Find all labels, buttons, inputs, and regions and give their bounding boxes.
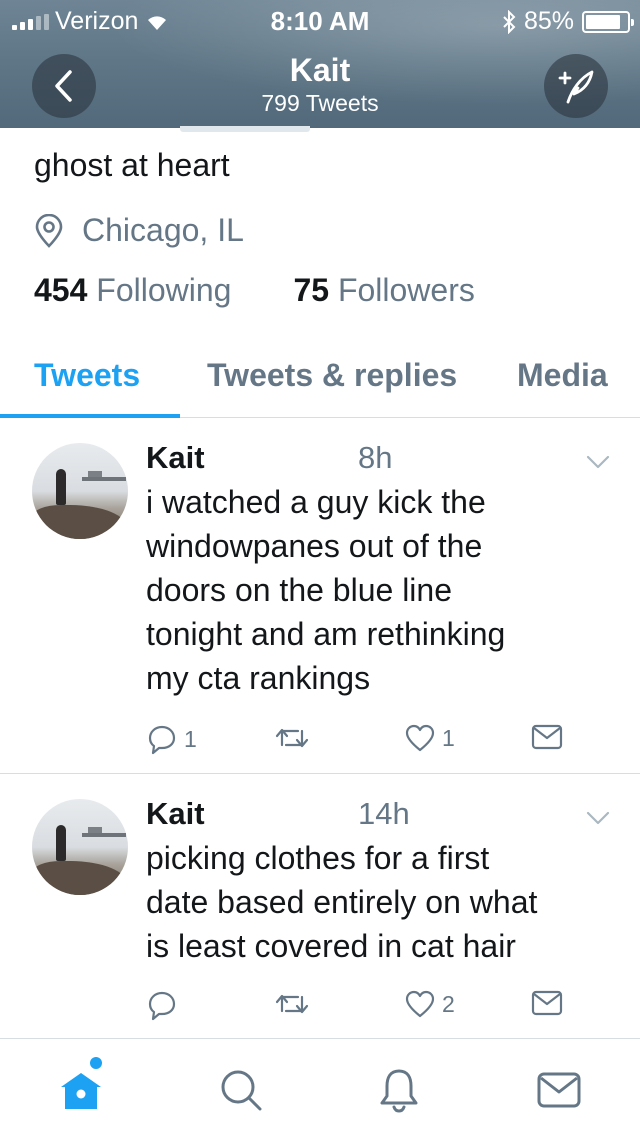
home-notification-dot bbox=[90, 1057, 102, 1069]
like-button[interactable]: 2 bbox=[404, 989, 455, 1019]
battery-percent: 85% bbox=[523, 7, 574, 35]
location-text: Chicago, IL bbox=[82, 212, 244, 248]
following-count: 454 bbox=[34, 272, 88, 308]
tab-tweets[interactable]: Tweets bbox=[34, 357, 140, 394]
profile-bio: ghost at heart bbox=[34, 147, 230, 183]
like-count: 1 bbox=[442, 724, 455, 751]
profile-header: Verizon 8:10 AM 85% Kait 799 Tweets bbox=[0, 0, 640, 128]
battery-icon bbox=[582, 10, 634, 33]
heart-icon bbox=[405, 990, 435, 1018]
direct-message-button[interactable] bbox=[530, 723, 564, 751]
tweet[interactable]: Kait 14h picking clothes for a first dat… bbox=[0, 775, 640, 1038]
profile-location: Chicago, IL bbox=[34, 212, 244, 249]
nav-search[interactable] bbox=[216, 1065, 266, 1115]
followers-stat[interactable]: 75 Followers bbox=[293, 272, 474, 309]
tweet-timestamp: 14h bbox=[358, 796, 410, 831]
reply-button[interactable] bbox=[146, 989, 184, 1021]
direct-message-button[interactable] bbox=[530, 989, 564, 1017]
nav-notifications[interactable] bbox=[374, 1065, 424, 1115]
heart-icon bbox=[405, 724, 435, 752]
tweet-text-line: doors on the blue line bbox=[146, 572, 452, 608]
tweet-text: picking clothes for a first date based e… bbox=[146, 836, 606, 968]
home-icon bbox=[61, 1073, 101, 1109]
follow-stats: 454 Following 75 Followers bbox=[34, 272, 475, 309]
tweet-text-line: i watched a guy kick the bbox=[146, 484, 486, 520]
compose-tweet-button[interactable] bbox=[544, 54, 608, 118]
reply-icon bbox=[148, 991, 176, 1021]
tweet-text-line: my cta rankings bbox=[146, 660, 371, 696]
profile-tabs: Tweets Tweets & replies Media bbox=[0, 352, 640, 418]
nav-home[interactable] bbox=[56, 1065, 106, 1115]
chevron-down-icon[interactable] bbox=[586, 811, 610, 825]
following-stat[interactable]: 454 Following bbox=[34, 272, 231, 309]
retweet-icon bbox=[275, 728, 309, 748]
envelope-icon bbox=[531, 724, 563, 750]
status-bar: Verizon 8:10 AM 85% bbox=[0, 0, 640, 40]
tweet-text-line: windowpanes out of the bbox=[146, 528, 483, 564]
avatar[interactable] bbox=[32, 443, 128, 539]
like-button[interactable]: 1 bbox=[404, 723, 455, 753]
tweet-text-line: date based entirely on what bbox=[146, 884, 538, 920]
tweet-text-line: is least covered in cat hair bbox=[146, 928, 516, 964]
following-label: Following bbox=[96, 272, 232, 308]
retweet-icon bbox=[275, 994, 309, 1014]
followers-label: Followers bbox=[337, 272, 475, 308]
tweet-author-name[interactable]: Kait bbox=[146, 440, 205, 476]
reply-button[interactable]: 1 bbox=[146, 723, 197, 755]
location-pin-icon bbox=[35, 213, 63, 248]
envelope-icon bbox=[531, 990, 563, 1016]
retweet-button[interactable] bbox=[274, 989, 316, 1019]
reply-count: 1 bbox=[184, 725, 197, 752]
tweet-actions: 2 bbox=[146, 989, 576, 1021]
tweet-actions: 1 1 bbox=[146, 723, 576, 755]
search-icon bbox=[221, 1070, 262, 1111]
active-tab-indicator bbox=[0, 414, 180, 418]
bluetooth-icon bbox=[503, 9, 516, 34]
tab-media[interactable]: Media bbox=[517, 357, 608, 394]
status-right: 85% bbox=[502, 7, 634, 36]
followers-count: 75 bbox=[293, 272, 330, 308]
tweet-text-line: picking clothes for a first bbox=[146, 840, 490, 876]
notifications-icon bbox=[380, 1069, 418, 1113]
tab-tweets-and-replies[interactable]: Tweets & replies bbox=[207, 357, 457, 394]
header-image-edge bbox=[180, 126, 310, 132]
tweet-author-name[interactable]: Kait bbox=[146, 796, 205, 832]
tweet-timestamp: 8h bbox=[358, 440, 393, 475]
compose-feather-icon bbox=[558, 70, 594, 104]
tweet-count: 799 Tweets bbox=[261, 90, 379, 116]
tweet-text-line: tonight and am rethinking bbox=[146, 616, 506, 652]
avatar[interactable] bbox=[32, 799, 128, 895]
chevron-down-icon[interactable] bbox=[586, 455, 610, 469]
retweet-button[interactable] bbox=[274, 723, 316, 753]
bottom-tab-bar bbox=[0, 1038, 640, 1136]
reply-icon bbox=[148, 725, 176, 755]
nav-messages[interactable] bbox=[534, 1065, 584, 1115]
tweet-text: i watched a guy kick the windowpanes out… bbox=[146, 480, 606, 700]
like-count: 2 bbox=[442, 990, 455, 1017]
tweet[interactable]: Kait 8h i watched a guy kick the windowp… bbox=[0, 419, 640, 774]
messages-icon bbox=[537, 1072, 581, 1108]
